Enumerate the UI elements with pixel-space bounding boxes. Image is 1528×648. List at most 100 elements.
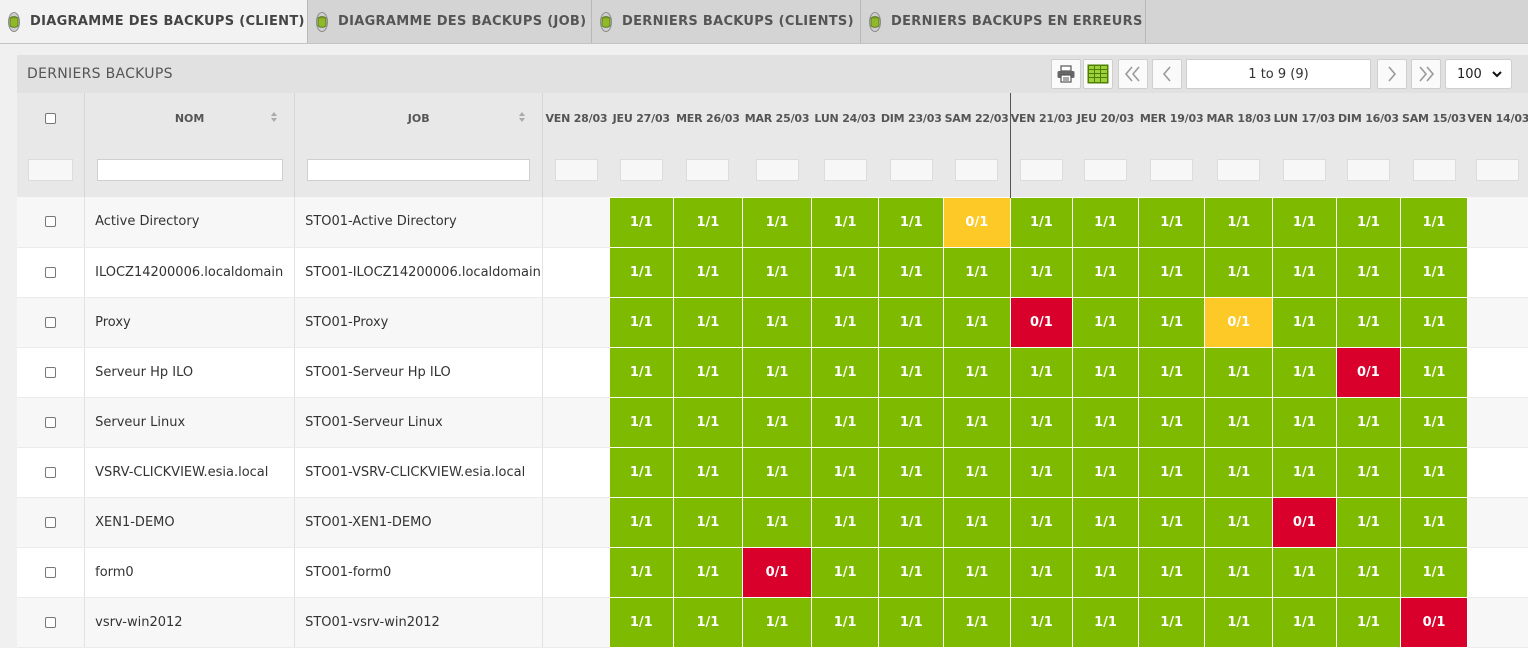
job-name[interactable]: STO01-VSRV-CLICKVIEW.esia.local (294, 447, 544, 498)
day-filter-input[interactable] (1346, 158, 1390, 181)
row-checkbox[interactable] (45, 366, 57, 378)
backup-status-cell[interactable]: 1/1 (810, 596, 880, 648)
backup-status-cell[interactable]: 1/1 (878, 446, 945, 498)
backup-status-cell[interactable]: 1/1 (810, 196, 880, 248)
backup-status-cell[interactable]: 1/1 (1137, 496, 1206, 548)
backup-status-cell[interactable]: 1/1 (1204, 196, 1274, 248)
backup-status-cell[interactable]: 1/1 (1335, 546, 1402, 598)
backup-status-cell[interactable]: 1/1 (608, 546, 674, 598)
backup-status-cell[interactable]: 1/1 (810, 496, 880, 548)
backup-status-cell[interactable]: 1/1 (1009, 196, 1074, 248)
day-filter-input[interactable] (1084, 158, 1128, 181)
table-row[interactable]: Serveur Hp ILO STO01-Serveur Hp ILO 1/1 1/1… (17, 346, 1528, 398)
next-page-button[interactable] (1377, 59, 1407, 89)
table-row[interactable]: ILOCZ14200006.localdomain STO01-ILOCZ1420… (17, 246, 1528, 298)
client-name[interactable]: Serveur Linux (84, 397, 296, 448)
select-all-checkbox[interactable] (45, 113, 57, 124)
backup-status-cell[interactable]: 1/1 (672, 246, 744, 298)
backup-status-cell[interactable]: 0/1 (1272, 496, 1337, 548)
backup-status-cell[interactable]: 1/1 (810, 546, 880, 598)
backup-status-cell[interactable]: 1/1 (1204, 446, 1274, 498)
job-name[interactable]: STO01-Active Directory (294, 197, 544, 248)
backup-status-cell[interactable]: 1/1 (943, 546, 1011, 598)
job-name[interactable]: STO01-vsrv-win2012 (294, 597, 544, 648)
backup-status-cell[interactable]: 1/1 (608, 446, 674, 498)
backup-status-cell[interactable]: 1/1 (608, 246, 674, 298)
last-page-button[interactable] (1411, 59, 1441, 89)
backup-status-cell[interactable]: 1/1 (1335, 196, 1402, 248)
backup-status-cell[interactable]: 1/1 (742, 446, 812, 498)
backup-status-cell[interactable]: 1/1 (1272, 596, 1337, 648)
table-row[interactable]: VSRV-CLICKVIEW.esia.local STO01-VSRV-CLIC… (17, 446, 1528, 498)
client-name[interactable]: form0 (84, 547, 296, 598)
backup-status-cell[interactable]: 1/1 (1072, 246, 1139, 298)
backup-status-cell[interactable]: 1/1 (1072, 296, 1139, 348)
backup-status-cell[interactable]: 1/1 (878, 296, 945, 348)
backup-status-cell[interactable]: 1/1 (672, 496, 744, 548)
backup-status-cell[interactable]: 1/1 (810, 446, 880, 498)
backup-status-cell[interactable]: 1/1 (1009, 546, 1074, 598)
column-header-job[interactable]: JOB (294, 93, 544, 143)
sort-icon[interactable] (518, 111, 526, 123)
job-name[interactable]: STO01-Serveur Linux (294, 397, 544, 448)
backup-status-cell[interactable]: 1/1 (1400, 346, 1468, 398)
backup-status-cell[interactable]: 1/1 (672, 196, 744, 248)
backup-status-cell[interactable]: 1/1 (1335, 596, 1402, 648)
backup-status-cell[interactable]: 1/1 (1400, 396, 1468, 448)
backup-status-cell[interactable]: 1/1 (1272, 396, 1337, 448)
backup-status-cell[interactable]: 1/1 (878, 496, 945, 548)
table-row[interactable]: Proxy STO01-Proxy 1/1 1/1 1/1 1/1 1/1 1/1 0/1 1/1… (17, 296, 1528, 348)
backup-status-cell[interactable]: 1/1 (878, 196, 945, 248)
client-name[interactable]: Proxy (84, 297, 296, 348)
day-filter-input[interactable] (1412, 158, 1456, 181)
page-size-select[interactable]: 100 (1445, 59, 1512, 89)
backup-status-cell[interactable]: 1/1 (1009, 396, 1074, 448)
backup-status-cell[interactable]: 1/1 (1137, 596, 1206, 648)
backup-status-cell[interactable]: 1/1 (1272, 196, 1337, 248)
select-filter-input[interactable] (28, 159, 74, 181)
backup-status-cell[interactable]: 1/1 (1204, 596, 1274, 648)
backup-status-cell[interactable]: 1/1 (742, 496, 812, 548)
table-row[interactable]: Active Directory STO01-Active Directory 1/… (17, 196, 1528, 248)
backup-status-cell[interactable]: 1/1 (672, 346, 744, 398)
day-filter-input[interactable] (823, 158, 867, 181)
backup-status-cell[interactable]: 1/1 (1137, 246, 1206, 298)
backup-status-cell[interactable]: 1/1 (1335, 496, 1402, 548)
backup-status-cell[interactable]: 1/1 (1204, 396, 1274, 448)
backup-status-cell[interactable]: 1/1 (742, 596, 812, 648)
job-name[interactable]: STO01-ILOCZ14200006.localdomain (294, 247, 544, 298)
day-filter-input[interactable] (554, 159, 598, 181)
client-name[interactable]: vsrv-win2012 (84, 597, 296, 648)
backup-status-cell[interactable]: 1/1 (1137, 446, 1206, 498)
sort-icon[interactable] (270, 111, 278, 123)
row-checkbox[interactable] (45, 566, 57, 578)
backup-status-cell[interactable]: 1/1 (1137, 296, 1206, 348)
backup-status-cell[interactable]: 1/1 (1137, 346, 1206, 398)
backup-status-cell[interactable]: 1/1 (1072, 346, 1139, 398)
name-filter-input[interactable] (96, 159, 283, 181)
backup-status-cell[interactable]: 1/1 (810, 396, 880, 448)
backup-status-cell[interactable]: 1/1 (1009, 596, 1074, 648)
backup-status-cell[interactable]: 1/1 (1072, 396, 1139, 448)
day-filter-input[interactable] (1282, 158, 1326, 181)
backup-status-cell[interactable]: 1/1 (943, 596, 1011, 648)
backup-status-cell[interactable]: 1/1 (672, 446, 744, 498)
backup-status-cell[interactable]: 1/1 (878, 546, 945, 598)
backup-status-cell[interactable]: 1/1 (1137, 396, 1206, 448)
backup-status-cell[interactable]: 0/1 (943, 196, 1011, 248)
backup-status-cell[interactable]: 1/1 (608, 296, 674, 348)
backup-status-cell[interactable]: 1/1 (1272, 446, 1337, 498)
column-header-name[interactable]: NOM (84, 93, 296, 143)
row-checkbox[interactable] (45, 416, 57, 428)
backup-status-cell[interactable]: 0/1 (1204, 296, 1274, 348)
backup-status-cell[interactable]: 1/1 (742, 296, 812, 348)
backup-status-cell[interactable]: 1/1 (878, 346, 945, 398)
client-name[interactable]: Active Directory (84, 197, 296, 248)
backup-status-cell[interactable]: 1/1 (1204, 246, 1274, 298)
backup-status-cell[interactable]: 1/1 (1072, 546, 1139, 598)
backup-status-cell[interactable]: 1/1 (1335, 246, 1402, 298)
backup-status-cell[interactable]: 1/1 (672, 546, 744, 598)
job-filter-input[interactable] (307, 159, 531, 181)
day-filter-input[interactable] (1217, 158, 1261, 181)
client-name[interactable]: ILOCZ14200006.localdomain (84, 247, 296, 298)
